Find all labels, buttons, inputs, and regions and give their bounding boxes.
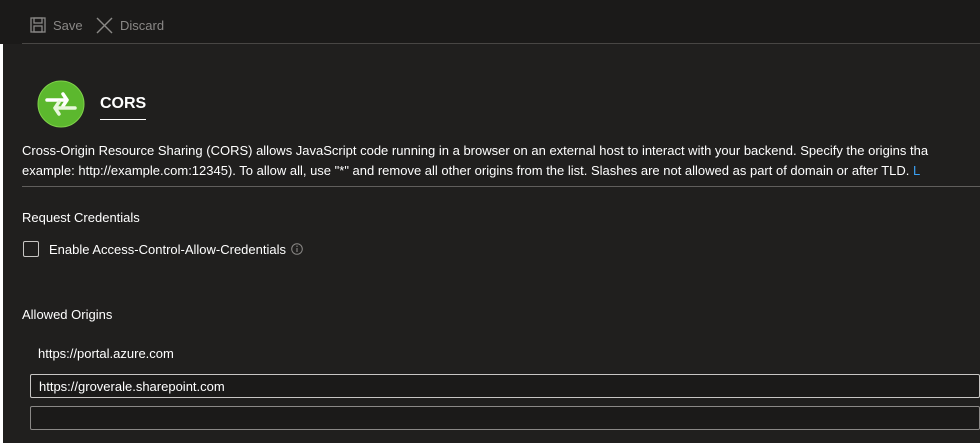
origin-static-portal: https://portal.azure.com xyxy=(38,346,174,361)
origin-input-2[interactable] xyxy=(30,406,980,430)
allowed-origins-heading: Allowed Origins xyxy=(22,307,113,322)
cors-refresh-logo-icon xyxy=(37,80,85,128)
learn-more-link[interactable]: L xyxy=(913,163,920,178)
discard-button[interactable]: Discard xyxy=(96,14,164,36)
save-label: Save xyxy=(53,17,83,33)
command-bar: Save Discard xyxy=(0,0,980,44)
discard-label: Discard xyxy=(120,17,165,33)
request-credentials-heading: Request Credentials xyxy=(22,210,140,225)
description-line-1: Cross-Origin Resource Sharing (CORS) all… xyxy=(22,143,929,158)
credentials-checkbox-label[interactable]: Enable Access-Control-Allow-Credentials xyxy=(49,242,286,257)
save-button[interactable]: Save xyxy=(30,14,83,36)
origin-input-1[interactable] xyxy=(30,374,980,398)
info-icon[interactable] xyxy=(291,243,303,255)
page-title: CORS xyxy=(100,95,147,120)
save-icon xyxy=(30,17,46,33)
description-line-2-text: example: http://example.com:12345). To a… xyxy=(22,163,914,178)
description-divider xyxy=(22,186,980,187)
description-line-2: example: http://example.com:12345). To a… xyxy=(22,161,980,181)
credentials-checkbox[interactable] xyxy=(23,241,39,257)
cors-description: Cross-Origin Resource Sharing (CORS) all… xyxy=(22,141,980,181)
close-icon xyxy=(96,17,113,34)
